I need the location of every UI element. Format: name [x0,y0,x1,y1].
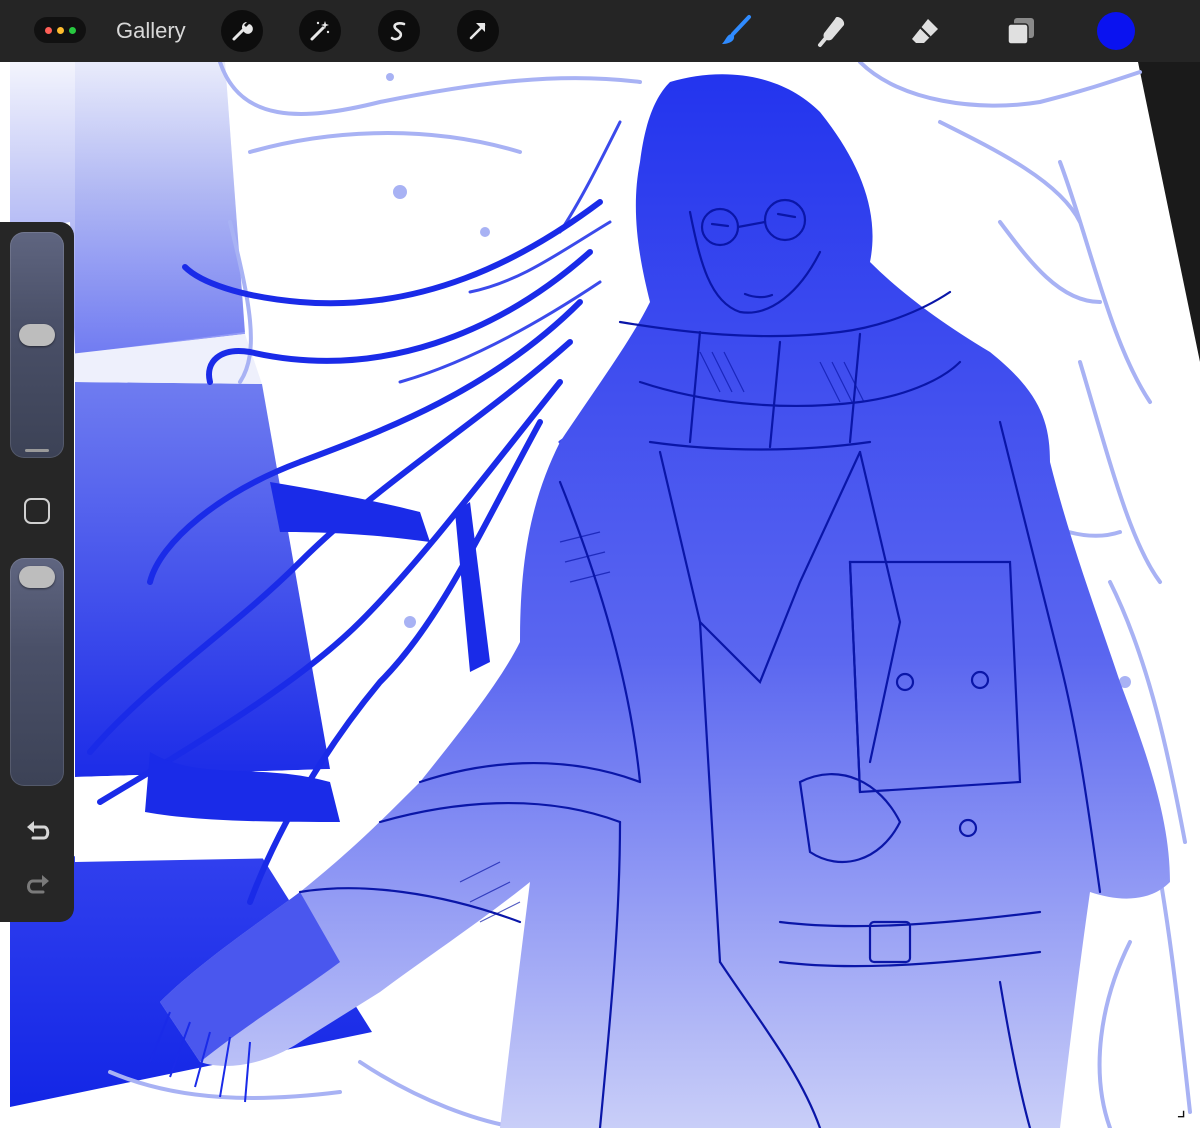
brush-tool-button[interactable] [717,12,755,50]
undo-button[interactable] [22,816,54,848]
brush-icon [722,15,751,44]
brush-size-min-mark [25,449,49,452]
eraser-icon [912,19,938,43]
brush-opacity-slider[interactable] [10,558,64,786]
zoom-dot[interactable] [68,26,76,34]
modify-button[interactable] [24,498,50,524]
layers-icon [1007,18,1034,45]
selection-s-icon [390,22,406,41]
smudge-tool-button[interactable] [813,12,851,50]
canvas-resize-corner: ⌟ [1176,1099,1186,1121]
drawing-canvas[interactable]: ⌟ [0,62,1200,1128]
adjustments-button[interactable] [299,10,341,52]
top-toolbar: Gallery [0,0,1200,62]
left-sidebar [0,222,74,922]
selection-button[interactable] [378,10,420,52]
brush-opacity-thumb[interactable] [19,565,55,588]
brush-size-slider[interactable] [10,232,64,458]
transform-button[interactable] [457,10,499,52]
magic-wand-icon [310,21,330,41]
close-dot[interactable] [44,26,52,34]
layers-button[interactable] [1002,12,1040,50]
eraser-tool-button[interactable] [906,12,944,50]
redo-arrow-icon [27,875,49,894]
redo-button[interactable] [22,870,54,902]
wrench-icon [232,22,253,41]
actions-button[interactable] [221,10,263,52]
undo-arrow-icon [27,821,50,840]
smudge-finger-icon [818,17,845,47]
color-picker-swatch[interactable] [1097,12,1135,50]
gallery-button[interactable]: Gallery [116,16,186,46]
artwork [0,62,1200,1128]
arrow-cursor-icon [469,23,486,40]
window-controls[interactable] [34,17,86,43]
brush-size-thumb[interactable] [19,324,55,347]
minimize-dot[interactable] [56,26,64,34]
